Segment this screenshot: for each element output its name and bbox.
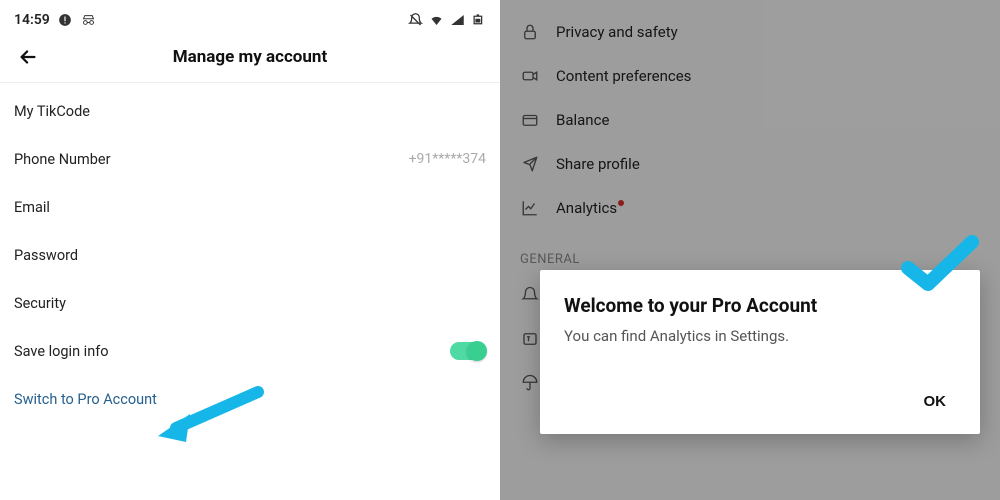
row-password[interactable]: Password: [14, 231, 486, 279]
row-value: +91*****374: [409, 151, 486, 167]
page-header: Manage my account: [14, 32, 486, 82]
status-time: 14:59: [14, 12, 50, 28]
modal-title: Welcome to your Pro Account: [564, 294, 956, 317]
welcome-pro-modal: Welcome to your Pro Account You can find…: [540, 270, 980, 434]
signal-icon: [450, 13, 465, 28]
row-label: Switch to Pro Account: [14, 391, 157, 408]
modal-body: You can find Analytics in Settings.: [564, 327, 956, 345]
modal-actions: OK: [564, 385, 956, 418]
wifi-icon: [429, 13, 444, 28]
row-label: Save login info: [14, 343, 109, 360]
screen-manage-account: 14:59 Manage my acc: [0, 0, 500, 500]
row-label: Security: [14, 295, 66, 312]
settings-list: My TikCode Phone Number +91*****374 Emai…: [14, 83, 486, 423]
row-tikcode[interactable]: My TikCode: [14, 87, 486, 135]
incognito-icon: [81, 13, 96, 28]
row-label: My TikCode: [14, 103, 90, 120]
row-switch-pro[interactable]: Switch to Pro Account: [14, 375, 486, 423]
row-security[interactable]: Security: [14, 279, 486, 327]
back-button[interactable]: [14, 43, 42, 71]
toggle-save-login[interactable]: [450, 342, 486, 360]
battery-icon: [471, 13, 486, 28]
ok-button[interactable]: OK: [914, 385, 957, 418]
page-title: Manage my account: [173, 47, 327, 67]
row-save-login[interactable]: Save login info: [14, 327, 486, 375]
row-label: Phone Number: [14, 151, 111, 168]
row-email[interactable]: Email: [14, 183, 486, 231]
bell-off-icon: [408, 13, 423, 28]
status-bar: 14:59: [14, 8, 486, 32]
row-label: Password: [14, 247, 78, 264]
screen-settings: Privacy and safety Content preferences B…: [500, 0, 1000, 500]
row-phone[interactable]: Phone Number +91*****374: [14, 135, 486, 183]
status-alert-icon: [58, 13, 73, 28]
row-label: Email: [14, 199, 50, 216]
